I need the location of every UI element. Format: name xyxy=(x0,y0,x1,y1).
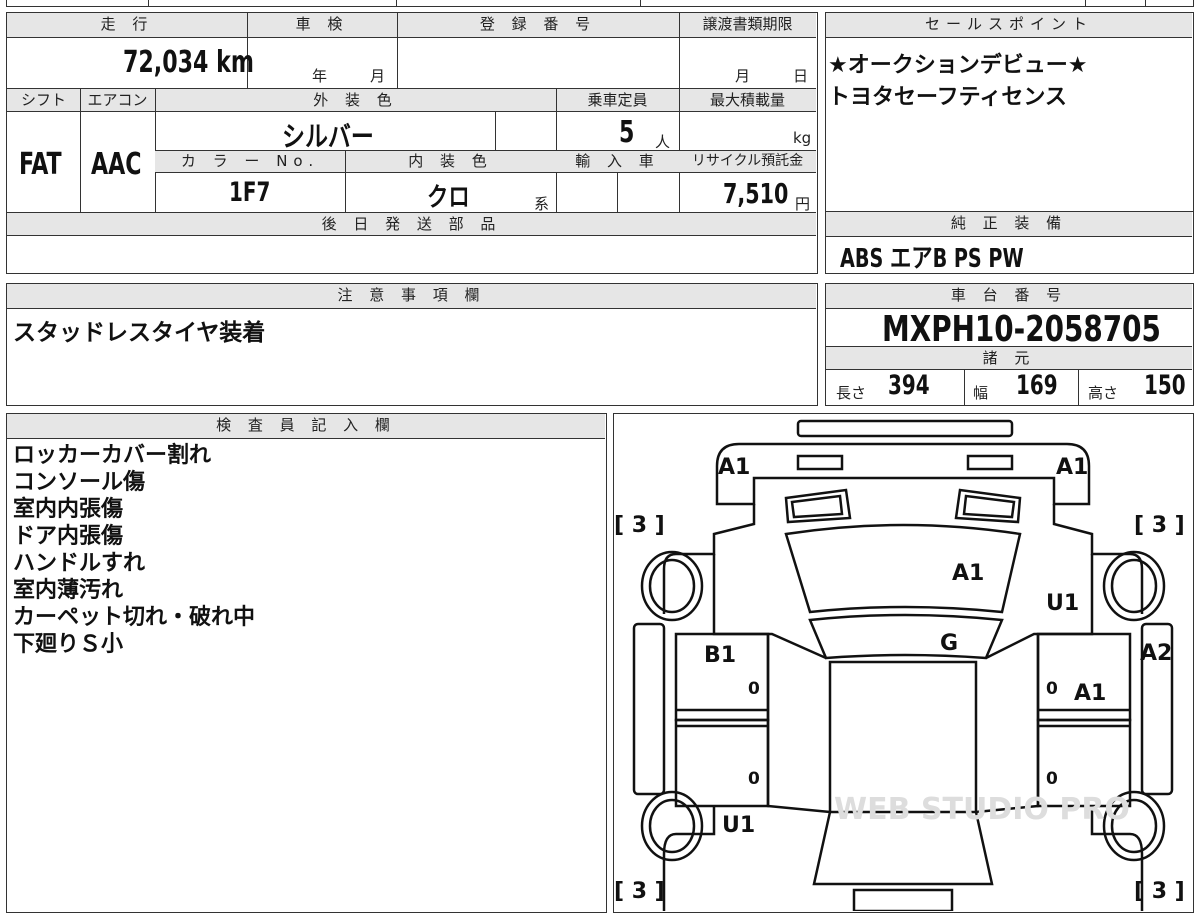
inspector-line: ハンドルすれ xyxy=(13,551,146,576)
damage-mark: [ 3 ] xyxy=(1134,513,1185,538)
damage-mark: A1 xyxy=(1074,681,1106,706)
recycle-fee-header: リサイクル預託金 xyxy=(679,151,816,173)
car-diagram-box: 0 0 0 0 WEB STUDIO PRO A1 A1 [ 3 ] [ 3 ]… xyxy=(613,413,1194,913)
vehicle-info-grid: 走 行 車 検 登 録 番 号 譲渡書類期限 72,034 km 年 月 月 日… xyxy=(6,12,818,274)
inspector-line: カーペット切れ・破れ中 xyxy=(13,605,256,630)
notes-value: スタッドレスタイヤ装着 xyxy=(13,320,266,346)
watermark: WEB STUDIO PRO xyxy=(834,792,1130,827)
width-value: 169 xyxy=(1016,370,1058,401)
damage-mark: A1 xyxy=(1056,455,1088,480)
inspector-line: コンソール傷 xyxy=(13,470,146,495)
shift-value: FAT xyxy=(19,147,62,182)
capacity-unit: 人 xyxy=(655,133,671,151)
damage-mark: [ 3 ] xyxy=(614,513,665,538)
damage-mark: B1 xyxy=(704,643,736,668)
sales-points-box: セールスポイント ★オークションデビュー★ トヨタセーフティセンス xyxy=(825,12,1194,212)
aircon-value: AAC xyxy=(91,147,142,182)
inspection-header: 車 検 xyxy=(247,13,397,38)
sales-points-header: セールスポイント xyxy=(826,13,1192,38)
inspector-line: 室内内張傷 xyxy=(13,497,124,522)
load-unit: kg xyxy=(793,129,812,147)
door-zero: 0 xyxy=(1046,679,1058,699)
inspector-line: ロッカーカバー割れ xyxy=(13,443,212,468)
exterior-color-header: 外 装 色 xyxy=(155,89,556,112)
damage-mark: [ 3 ] xyxy=(1134,879,1185,904)
damage-mark: G xyxy=(940,631,958,656)
spec-header: 諸 元 xyxy=(826,347,1192,370)
exterior-color-value: シルバー xyxy=(282,120,374,153)
sales-point-line-2: トヨタセーフティセンス xyxy=(828,85,1067,110)
inspector-box: 検 査 員 記 入 欄 ロッカーカバー割れ コンソール傷 室内内張傷 ドア内張傷… xyxy=(6,413,607,913)
equipment-box: 純 正 装 備 ABS エアB PS PW xyxy=(825,211,1194,274)
height-value: 150 xyxy=(1144,370,1186,401)
month-unit: 月 xyxy=(370,67,386,85)
later-parts-header: 後 日 発 送 部 品 xyxy=(7,213,816,236)
transfer-deadline-header: 譲渡書類期限 xyxy=(679,13,816,38)
damage-mark: U1 xyxy=(722,813,755,838)
chassis-number: MXPH10-2058705 xyxy=(882,309,1161,350)
chassis-header: 車 台 番 号 xyxy=(826,284,1192,309)
height-label: 高さ xyxy=(1088,384,1119,402)
equipment-value: ABS エアB PS PW xyxy=(840,244,1024,274)
inspector-line: 下廻りＳ小 xyxy=(13,632,124,657)
imported-header: 輸 入 車 xyxy=(556,151,679,173)
damage-mark: U1 xyxy=(1046,591,1079,616)
color-no-value: 1F7 xyxy=(229,177,271,208)
damage-mark: [ 3 ] xyxy=(614,879,665,904)
equipment-header: 純 正 装 備 xyxy=(826,212,1192,237)
damage-mark: A1 xyxy=(952,561,984,586)
aircon-header: エアコン xyxy=(80,89,155,112)
max-load-header: 最大積載量 xyxy=(679,89,816,112)
sales-point-line-1: ★オークションデビュー★ xyxy=(828,53,1088,78)
recycle-unit: 円 xyxy=(795,195,811,213)
interior-color-header: 内 装 色 xyxy=(345,151,556,173)
recycle-fee-value: 7,510 xyxy=(723,177,789,210)
interior-color-value: クロ xyxy=(427,183,470,213)
inspector-header: 検 査 員 記 入 欄 xyxy=(7,414,605,439)
width-label: 幅 xyxy=(973,384,989,402)
door-zero: 0 xyxy=(1046,769,1058,789)
length-label: 長さ xyxy=(836,384,867,402)
chassis-box: 車 台 番 号 MXPH10-2058705 諸 元 長さ 394 幅 169 … xyxy=(825,283,1194,406)
mileage-header: 走 行 xyxy=(7,13,247,38)
damage-mark: A2 xyxy=(1140,641,1172,666)
notes-header: 注 意 事 項 欄 xyxy=(7,284,816,309)
door-zero: 0 xyxy=(748,769,760,789)
inspector-line: ドア内張傷 xyxy=(13,524,124,549)
registration-header: 登 録 番 号 xyxy=(397,13,679,38)
length-value: 394 xyxy=(888,370,930,401)
capacity-header: 乗車定員 xyxy=(556,89,679,112)
year-unit: 年 xyxy=(312,67,328,85)
damage-mark: A1 xyxy=(718,455,750,480)
color-no-header: カ ラ ー No. xyxy=(155,151,345,173)
deadline-month: 月 xyxy=(735,67,751,85)
mileage-value: 72,034 km xyxy=(123,45,254,80)
inspector-line: 室内薄汚れ xyxy=(13,578,124,603)
interior-suffix: 系 xyxy=(534,195,550,213)
car-diagram: 0 0 0 0 WEB STUDIO PRO A1 A1 [ 3 ] [ 3 ]… xyxy=(614,419,1185,911)
capacity-value: 5 xyxy=(619,115,635,150)
top-stub-row xyxy=(6,0,1194,7)
deadline-day: 日 xyxy=(793,67,809,85)
door-zero: 0 xyxy=(748,679,760,699)
shift-header: シフト xyxy=(7,89,80,112)
notes-box: 注 意 事 項 欄 スタッドレスタイヤ装着 xyxy=(6,283,818,406)
